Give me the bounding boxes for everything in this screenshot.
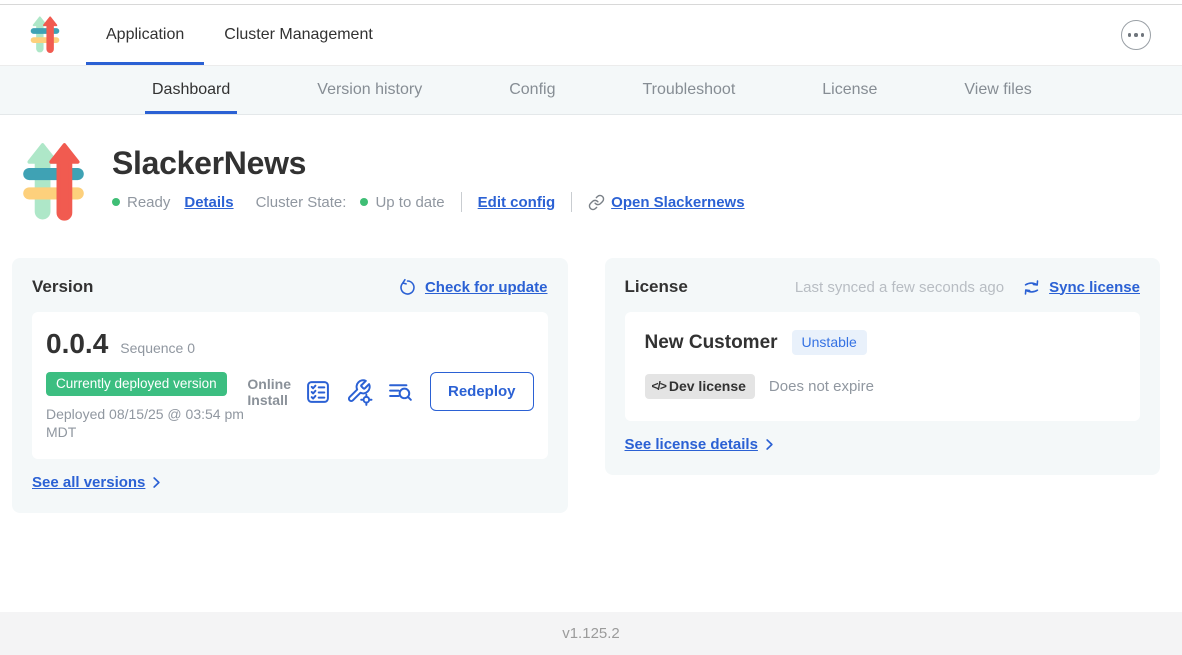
subnav-tab-dashboard[interactable]: Dashboard xyxy=(145,66,237,114)
check-for-update-link[interactable]: Check for update xyxy=(425,279,548,296)
tab-cluster-management[interactable]: Cluster Management xyxy=(204,5,393,65)
app-status-row: Ready Details Cluster State: Up to date … xyxy=(112,192,745,212)
subnav-license-label: License xyxy=(822,81,877,99)
code-icon: </> xyxy=(652,379,666,393)
edit-config-link[interactable]: Edit config xyxy=(478,194,556,211)
tab-cluster-management-label: Cluster Management xyxy=(224,26,373,44)
subnav-config-label: Config xyxy=(509,81,555,99)
details-link[interactable]: Details xyxy=(184,194,233,211)
navbar-left: Application Cluster Management xyxy=(30,5,393,65)
version-number: 0.0.4 xyxy=(46,328,108,360)
channel-badge: Unstable xyxy=(792,330,867,355)
app-subnav: Dashboard Version history Config Trouble… xyxy=(0,66,1182,115)
external-link-chain-icon xyxy=(588,194,605,211)
dashboard-main: SlackerNews Ready Details Cluster State:… xyxy=(0,115,1182,612)
tab-application-label: Application xyxy=(106,26,184,44)
deployed-timestamp: Deployed 08/15/25 @ 03:54 pm MDT xyxy=(46,405,247,441)
chevron-right-icon xyxy=(762,437,777,452)
version-card-title: Version xyxy=(32,277,93,297)
edit-config-icon[interactable] xyxy=(345,378,373,406)
subnav-tab-config[interactable]: Config xyxy=(502,66,562,114)
slackernews-logo-large xyxy=(22,140,85,225)
subnav-tab-view-files[interactable]: View files xyxy=(957,66,1038,114)
subnav-version-history-label: Version history xyxy=(317,81,422,99)
slackernews-logo-icon xyxy=(30,15,60,55)
license-panel: New Customer Unstable </> Dev license Do… xyxy=(625,312,1141,421)
divider xyxy=(571,192,572,212)
cluster-state-text: Up to date xyxy=(375,194,444,211)
license-expiry-text: Does not expire xyxy=(769,378,874,395)
install-type-label: Online Install xyxy=(247,376,291,408)
navbar-spacer xyxy=(393,5,1121,65)
app-header: SlackerNews Ready Details Cluster State:… xyxy=(22,140,1160,225)
tab-application[interactable]: Application xyxy=(86,5,204,65)
license-type-text: Dev license xyxy=(669,378,746,394)
top-navbar: Application Cluster Management xyxy=(0,5,1182,66)
license-card: License Last synced a few seconds ago Sy… xyxy=(605,258,1161,475)
open-app-link[interactable]: Open Slackernews xyxy=(611,194,744,211)
subnav-troubleshoot-label: Troubleshoot xyxy=(642,81,735,99)
license-type-badge: </> Dev license xyxy=(645,374,755,399)
see-all-versions-link[interactable]: See all versions xyxy=(32,474,145,491)
cluster-state-label: Cluster State: xyxy=(256,194,347,211)
last-synced-text: Last synced a few seconds ago xyxy=(795,279,1004,296)
license-card-title: License xyxy=(625,277,688,297)
sync-license-link[interactable]: Sync license xyxy=(1049,279,1140,296)
customer-name: New Customer xyxy=(645,332,778,354)
sequence-label: Sequence 0 xyxy=(120,340,195,356)
admin-console-page: Application Cluster Management Dashboard… xyxy=(0,0,1182,655)
app-status-text: Ready xyxy=(127,194,170,211)
subnav-tab-version-history[interactable]: Version history xyxy=(310,66,429,114)
redeploy-button[interactable]: Redeploy xyxy=(430,372,534,411)
overflow-menu-button[interactable] xyxy=(1121,20,1151,50)
subnav-dashboard-label: Dashboard xyxy=(152,81,230,99)
refresh-icon xyxy=(398,278,417,297)
console-version: v1.125.2 xyxy=(562,625,620,642)
app-status-dot xyxy=(112,198,120,206)
subnav-view-files-label: View files xyxy=(964,81,1031,99)
subnav-tab-troubleshoot[interactable]: Troubleshoot xyxy=(635,66,742,114)
version-card: Version Check for update xyxy=(12,258,568,513)
see-license-details-link[interactable]: See license details xyxy=(625,436,758,453)
currently-deployed-badge: Currently deployed version xyxy=(46,372,227,396)
current-version-panel: 0.0.4 Sequence 0 Currently deployed vers… xyxy=(32,312,548,459)
chevron-right-icon xyxy=(149,475,164,490)
sync-arrows-icon xyxy=(1022,278,1041,297)
subnav-tab-license[interactable]: License xyxy=(815,66,884,114)
preflight-checks-icon[interactable] xyxy=(304,378,332,406)
app-logo-small[interactable] xyxy=(30,5,60,65)
view-diff-icon[interactable] xyxy=(386,378,414,406)
dashboard-cards: Version Check for update xyxy=(0,225,1182,513)
cluster-state-dot xyxy=(360,198,368,206)
divider xyxy=(461,192,462,212)
console-footer: v1.125.2 xyxy=(0,612,1182,655)
ellipsis-icon xyxy=(1128,33,1145,37)
page-title: SlackerNews xyxy=(112,145,745,182)
